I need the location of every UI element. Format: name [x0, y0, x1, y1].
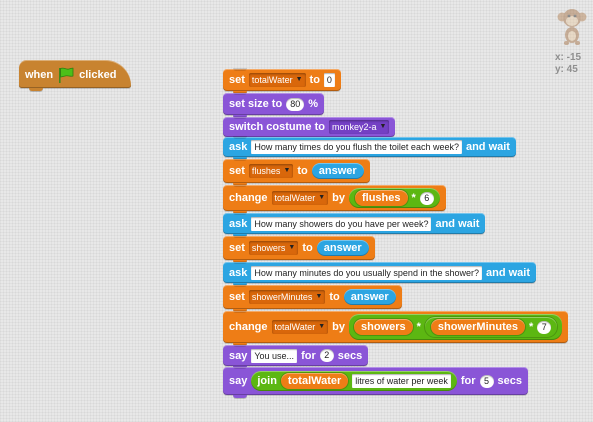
to-label: to — [329, 291, 340, 303]
question-input[interactable]: How many showers do you have per week? — [251, 216, 432, 231]
say-for-secs-block[interactable]: say You use... for 2 secs — [223, 344, 369, 369]
percent-label: % — [308, 98, 318, 110]
showers-reporter[interactable]: showers — [353, 319, 413, 335]
and-wait-label: and wait — [435, 217, 480, 230]
monkey-sprite-icon — [557, 9, 587, 45]
multiply-sign: * — [528, 321, 534, 333]
dropdown-arrow-icon: ▼ — [295, 76, 303, 83]
answer-reporter[interactable]: answer — [343, 289, 396, 305]
value-input[interactable]: 0 — [323, 73, 335, 87]
secs-label: secs — [497, 375, 522, 387]
ask-and-wait-block[interactable]: ask How many times do you flush the toil… — [223, 136, 516, 160]
to-label: to — [309, 74, 320, 86]
set-variable-block[interactable]: set showers ▼ to answer — [223, 235, 375, 263]
dropdown-arrow-icon: ▼ — [288, 244, 296, 251]
ask-label: ask — [229, 141, 248, 153]
variable-name: showerMinutes — [251, 292, 313, 302]
switch-costume-label: switch costume to — [229, 121, 325, 133]
number-input[interactable]: 6 — [419, 191, 434, 205]
totalwater-reporter[interactable]: totalWater — [280, 373, 349, 389]
and-wait-label: and wait — [465, 141, 510, 153]
secs-input[interactable]: 5 — [479, 374, 494, 388]
set-size-block[interactable]: set size to 80 % — [223, 92, 324, 118]
set-variable-block[interactable]: set flushes ▼ to answer — [223, 158, 370, 186]
dropdown-arrow-icon: ▼ — [315, 293, 323, 300]
join-label: join — [257, 375, 277, 387]
number-input[interactable]: 7 — [537, 320, 552, 334]
variable-name: showers — [251, 243, 286, 253]
join-text-input[interactable]: litres of water per week — [352, 374, 451, 388]
set-variable-block[interactable]: set totalWater ▼ to 0 — [223, 68, 341, 94]
say-label: say — [229, 375, 248, 387]
showerminutes-reporter[interactable]: showerMinutes — [430, 319, 525, 335]
secs-input[interactable]: 2 — [319, 349, 334, 362]
variable-name: totalWater — [274, 322, 316, 332]
set-label: set — [229, 165, 245, 177]
variable-dropdown[interactable]: totalWater ▼ — [271, 320, 329, 334]
variable-dropdown[interactable]: showerMinutes ▼ — [248, 290, 326, 304]
multiply-sign: * — [416, 321, 421, 333]
ask-label: ask — [229, 266, 248, 279]
switch-costume-block[interactable]: switch costume to monkey2-a ▼ — [223, 116, 396, 140]
ask-label: ask — [229, 217, 248, 230]
to-label: to — [302, 242, 313, 254]
set-label: set — [229, 242, 245, 254]
flushes-reporter[interactable]: flushes — [354, 190, 408, 206]
sprite-y-coordinate: y: 45 — [555, 64, 578, 75]
set-variable-block[interactable]: set showerMinutes ▼ to answer — [223, 284, 402, 312]
by-label: by — [332, 192, 345, 204]
secs-label: secs — [337, 349, 363, 362]
and-wait-label: and wait — [485, 266, 530, 279]
say-label: say — [229, 349, 248, 362]
question-input[interactable]: How many times do you flush the toilet e… — [251, 140, 462, 154]
answer-reporter[interactable]: answer — [311, 163, 364, 179]
costume-name: monkey2-a — [331, 122, 377, 132]
ask-and-wait-block[interactable]: ask How many showers do you have per wee… — [223, 212, 486, 237]
dropdown-arrow-icon: ▼ — [318, 323, 326, 330]
ask-and-wait-block[interactable]: ask How many minutes do you usually spen… — [223, 261, 536, 286]
join-operator[interactable]: join totalWater litres of water per week — [251, 371, 457, 391]
to-label: to — [297, 165, 308, 177]
set-size-label: set size to — [229, 98, 283, 110]
change-variable-block[interactable]: change totalWater ▼ by flushes * 6 — [223, 184, 446, 214]
set-label: set — [229, 291, 245, 303]
multiply-sign: * — [411, 192, 416, 204]
when-flag-clicked-block[interactable]: when clicked — [19, 60, 131, 91]
scripts-area[interactable]: when clicked set totalWater ▼ to 0 set si… — [0, 0, 593, 422]
by-label: by — [332, 321, 345, 333]
green-flag-icon — [59, 67, 74, 83]
multiply-operator[interactable]: showers * showerMinutes * 7 — [348, 314, 563, 340]
message-input[interactable]: You use... — [251, 348, 298, 363]
size-input[interactable]: 80 — [286, 97, 305, 111]
multiply-operator[interactable]: flushes * 6 — [348, 188, 440, 208]
multiply-operator[interactable]: showerMinutes * 7 — [424, 317, 558, 337]
for-label: for — [460, 375, 476, 387]
hat-when-label: when — [25, 69, 54, 81]
answer-reporter[interactable]: answer — [316, 240, 369, 256]
set-label: set — [229, 74, 245, 86]
sprite-x-coordinate: x: -15 — [555, 52, 582, 63]
variable-dropdown[interactable]: totalWater ▼ — [271, 191, 329, 205]
variable-name: totalWater — [274, 193, 316, 203]
variable-name: totalWater — [251, 75, 293, 85]
for-label: for — [301, 349, 316, 362]
change-variable-block[interactable]: change totalWater ▼ by showers * showerMi… — [223, 310, 569, 346]
variable-name: flushes — [251, 166, 281, 176]
dropdown-arrow-icon: ▼ — [318, 194, 326, 201]
dropdown-arrow-icon: ▼ — [283, 167, 291, 174]
say-for-secs-block[interactable]: say join totalWater litres of water per … — [223, 366, 528, 398]
variable-dropdown[interactable]: flushes ▼ — [248, 164, 294, 178]
dropdown-arrow-icon: ▼ — [379, 123, 387, 130]
costume-dropdown[interactable]: monkey2-a ▼ — [328, 120, 390, 134]
question-input[interactable]: How many minutes do you usually spend in… — [251, 265, 482, 280]
change-label: change — [229, 321, 268, 333]
change-label: change — [229, 192, 268, 204]
variable-dropdown[interactable]: showers ▼ — [248, 241, 299, 255]
variable-dropdown[interactable]: totalWater ▼ — [248, 73, 306, 87]
hat-clicked-label: clicked — [79, 69, 117, 81]
